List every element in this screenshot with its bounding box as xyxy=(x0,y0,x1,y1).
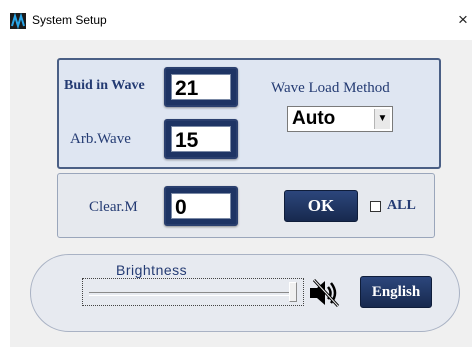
brightness-label: Brightness xyxy=(116,262,188,278)
speaker-muted-icon[interactable] xyxy=(308,277,342,309)
wave-load-method-value: Auto xyxy=(292,108,336,129)
arb-wave-field[interactable]: 15 xyxy=(164,119,238,159)
app-logo-icon xyxy=(10,13,26,29)
ok-button[interactable]: OK xyxy=(284,190,358,222)
arb-wave-value[interactable]: 15 xyxy=(171,126,231,152)
chevron-down-icon[interactable]: ▼ xyxy=(374,109,390,129)
built-in-wave-field[interactable]: 21 xyxy=(164,67,238,107)
all-checkbox-label: ALL xyxy=(387,198,416,213)
clear-m-label: Clear.M xyxy=(89,199,138,215)
close-button[interactable]: × xyxy=(454,10,472,30)
window-title: System Setup xyxy=(32,13,107,27)
slider-track xyxy=(89,292,291,296)
wave-load-method-label: Wave Load Method xyxy=(271,80,390,96)
title-bar: System Setup × xyxy=(0,0,472,40)
wave-load-method-select[interactable]: Auto ▼ xyxy=(287,106,393,132)
all-checkbox[interactable] xyxy=(370,201,381,212)
arb-wave-label: Arb.Wave xyxy=(70,131,131,147)
dialog-client-area: Buid in Wave 21 Arb.Wave 15 Wave Load Me… xyxy=(10,40,472,347)
slider-thumb[interactable] xyxy=(289,282,297,302)
clear-m-field[interactable]: 0 xyxy=(164,186,238,226)
brightness-slider[interactable] xyxy=(82,278,304,306)
built-in-wave-value[interactable]: 21 xyxy=(171,74,231,100)
clear-m-value[interactable]: 0 xyxy=(171,193,231,219)
language-button[interactable]: English xyxy=(360,276,432,308)
built-in-wave-label: Buid in Wave xyxy=(64,78,145,93)
